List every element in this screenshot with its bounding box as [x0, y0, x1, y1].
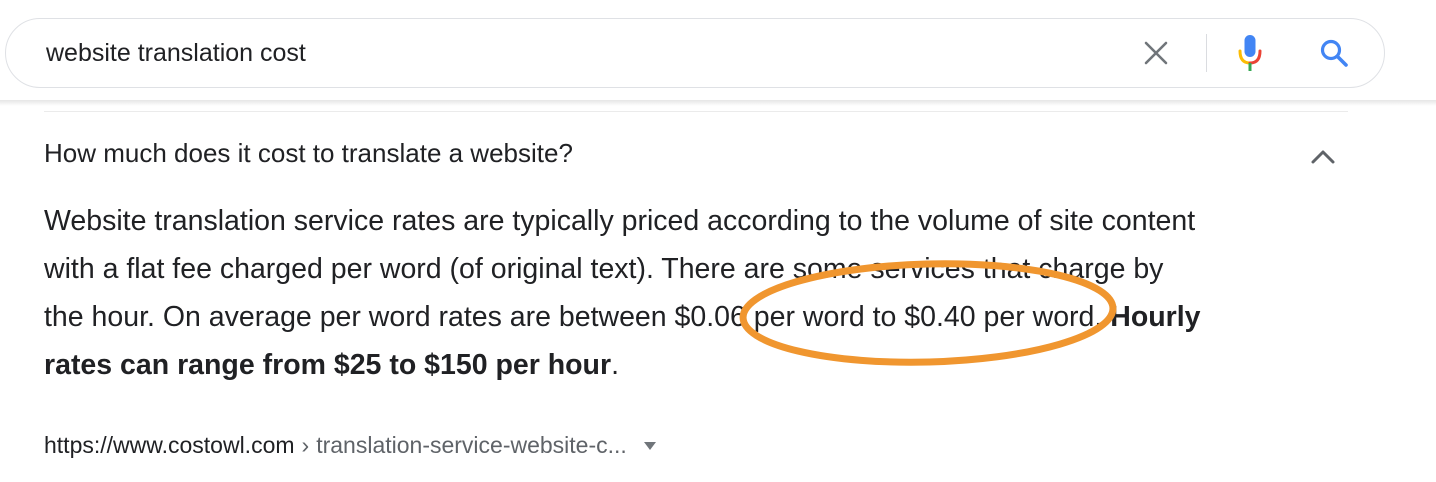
- microphone-icon: [1238, 35, 1262, 71]
- search-input[interactable]: [46, 19, 1046, 87]
- answer-line: the hour. On average per word rates are …: [44, 293, 1364, 341]
- answer-bold-text: Hourly: [1110, 301, 1201, 333]
- header-shadow: [0, 100, 1436, 106]
- answer-line: rates can range from $25 to $150 per hou…: [44, 341, 1364, 389]
- question-text: How much does it cost to translate a web…: [44, 138, 573, 168]
- result-options-button[interactable]: [643, 441, 657, 451]
- close-icon: [1144, 41, 1168, 65]
- answer-line: Website translation service rates are ty…: [44, 205, 1196, 237]
- search-bar-divider: [1206, 34, 1207, 72]
- related-question-toggle[interactable]: How much does it cost to translate a web…: [44, 128, 1348, 184]
- citation-path[interactable]: translation-service-website-c...: [316, 432, 627, 459]
- search-icon: [1320, 39, 1348, 67]
- citation-separator: ›: [301, 432, 310, 458]
- result-citation[interactable]: https://www.costowl.com › translation-se…: [44, 432, 657, 459]
- chevron-up-icon: [1311, 150, 1335, 164]
- citation-domain[interactable]: https://www.costowl.com: [44, 432, 295, 459]
- section-divider: [44, 111, 1348, 112]
- answer-text: the hour. On average per word rates are …: [44, 301, 1111, 333]
- voice-search-button[interactable]: [1228, 31, 1272, 75]
- answer-line: with a flat fee charged per word (of ori…: [44, 253, 1164, 285]
- clear-search-button[interactable]: [1134, 31, 1178, 75]
- search-results-page: How much does it cost to translate a web…: [0, 0, 1436, 482]
- answer-snippet: Website translation service rates are ty…: [44, 197, 1364, 389]
- search-submit-button[interactable]: [1312, 31, 1356, 75]
- answer-bold-text: rates can range from $25 to $150 per hou…: [44, 349, 612, 381]
- search-bar: [5, 18, 1385, 88]
- caret-down-icon: [643, 441, 656, 450]
- answer-text: .: [611, 349, 619, 381]
